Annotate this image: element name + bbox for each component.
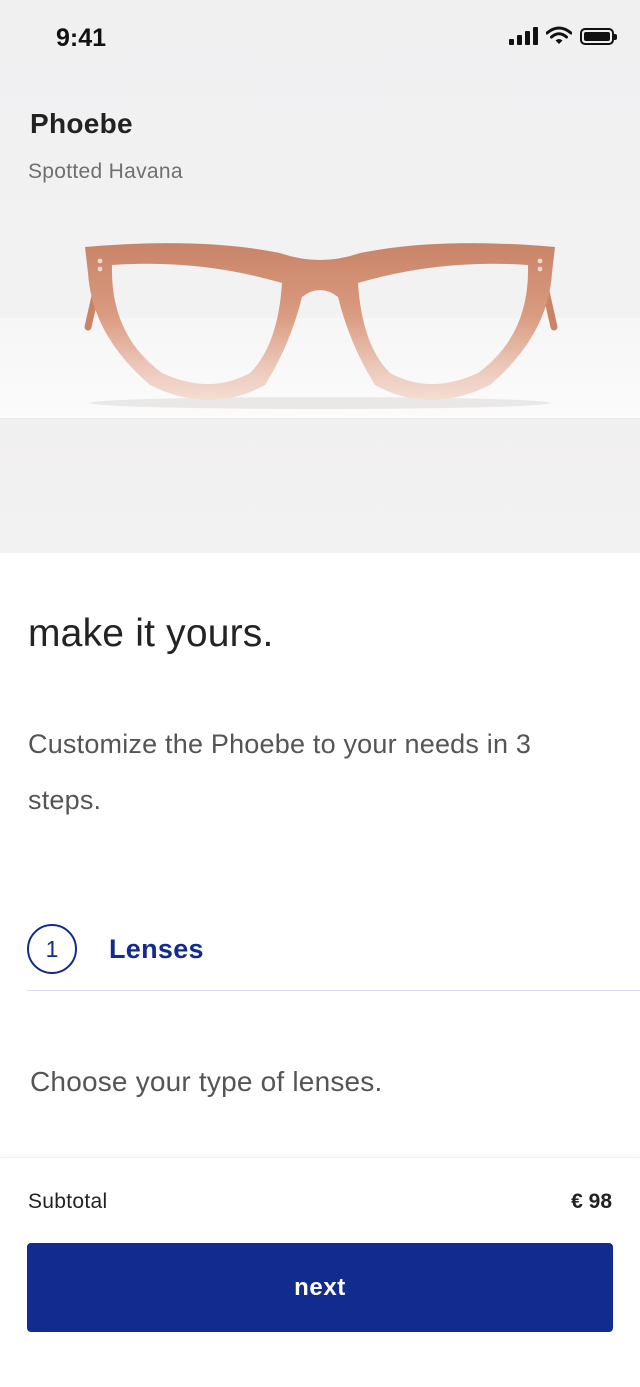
status-icons (509, 26, 617, 46)
checkout-footer: Subtotal € 98 next (0, 1157, 640, 1387)
shelf-front (0, 418, 640, 553)
step-label: Lenses (109, 934, 204, 964)
glasses-image (84, 243, 558, 409)
step-number-badge: 1 (27, 924, 77, 974)
status-time: 9:41 (56, 24, 107, 52)
step-lenses[interactable]: 1 Lenses (27, 924, 640, 991)
subtotal-label: Subtotal (28, 1190, 108, 1213)
product-hero: 9:41 Phoebe Spotted Havana (0, 0, 640, 553)
product-color: Spotted Havana (28, 160, 183, 183)
product-name: Phoebe (30, 108, 133, 139)
wifi-icon (546, 26, 572, 44)
status-bar: 9:41 (0, 0, 640, 80)
battery-icon (580, 27, 617, 45)
intro-text: Customize the Phoebe to your needs in 3 … (28, 729, 532, 815)
next-button[interactable]: next (27, 1243, 613, 1332)
signal-icon (509, 27, 538, 45)
subtotal-value: € 98 (571, 1190, 612, 1213)
page-headline: make it yours. (28, 612, 274, 655)
lens-prompt: Choose your type of lenses. (30, 1066, 383, 1097)
